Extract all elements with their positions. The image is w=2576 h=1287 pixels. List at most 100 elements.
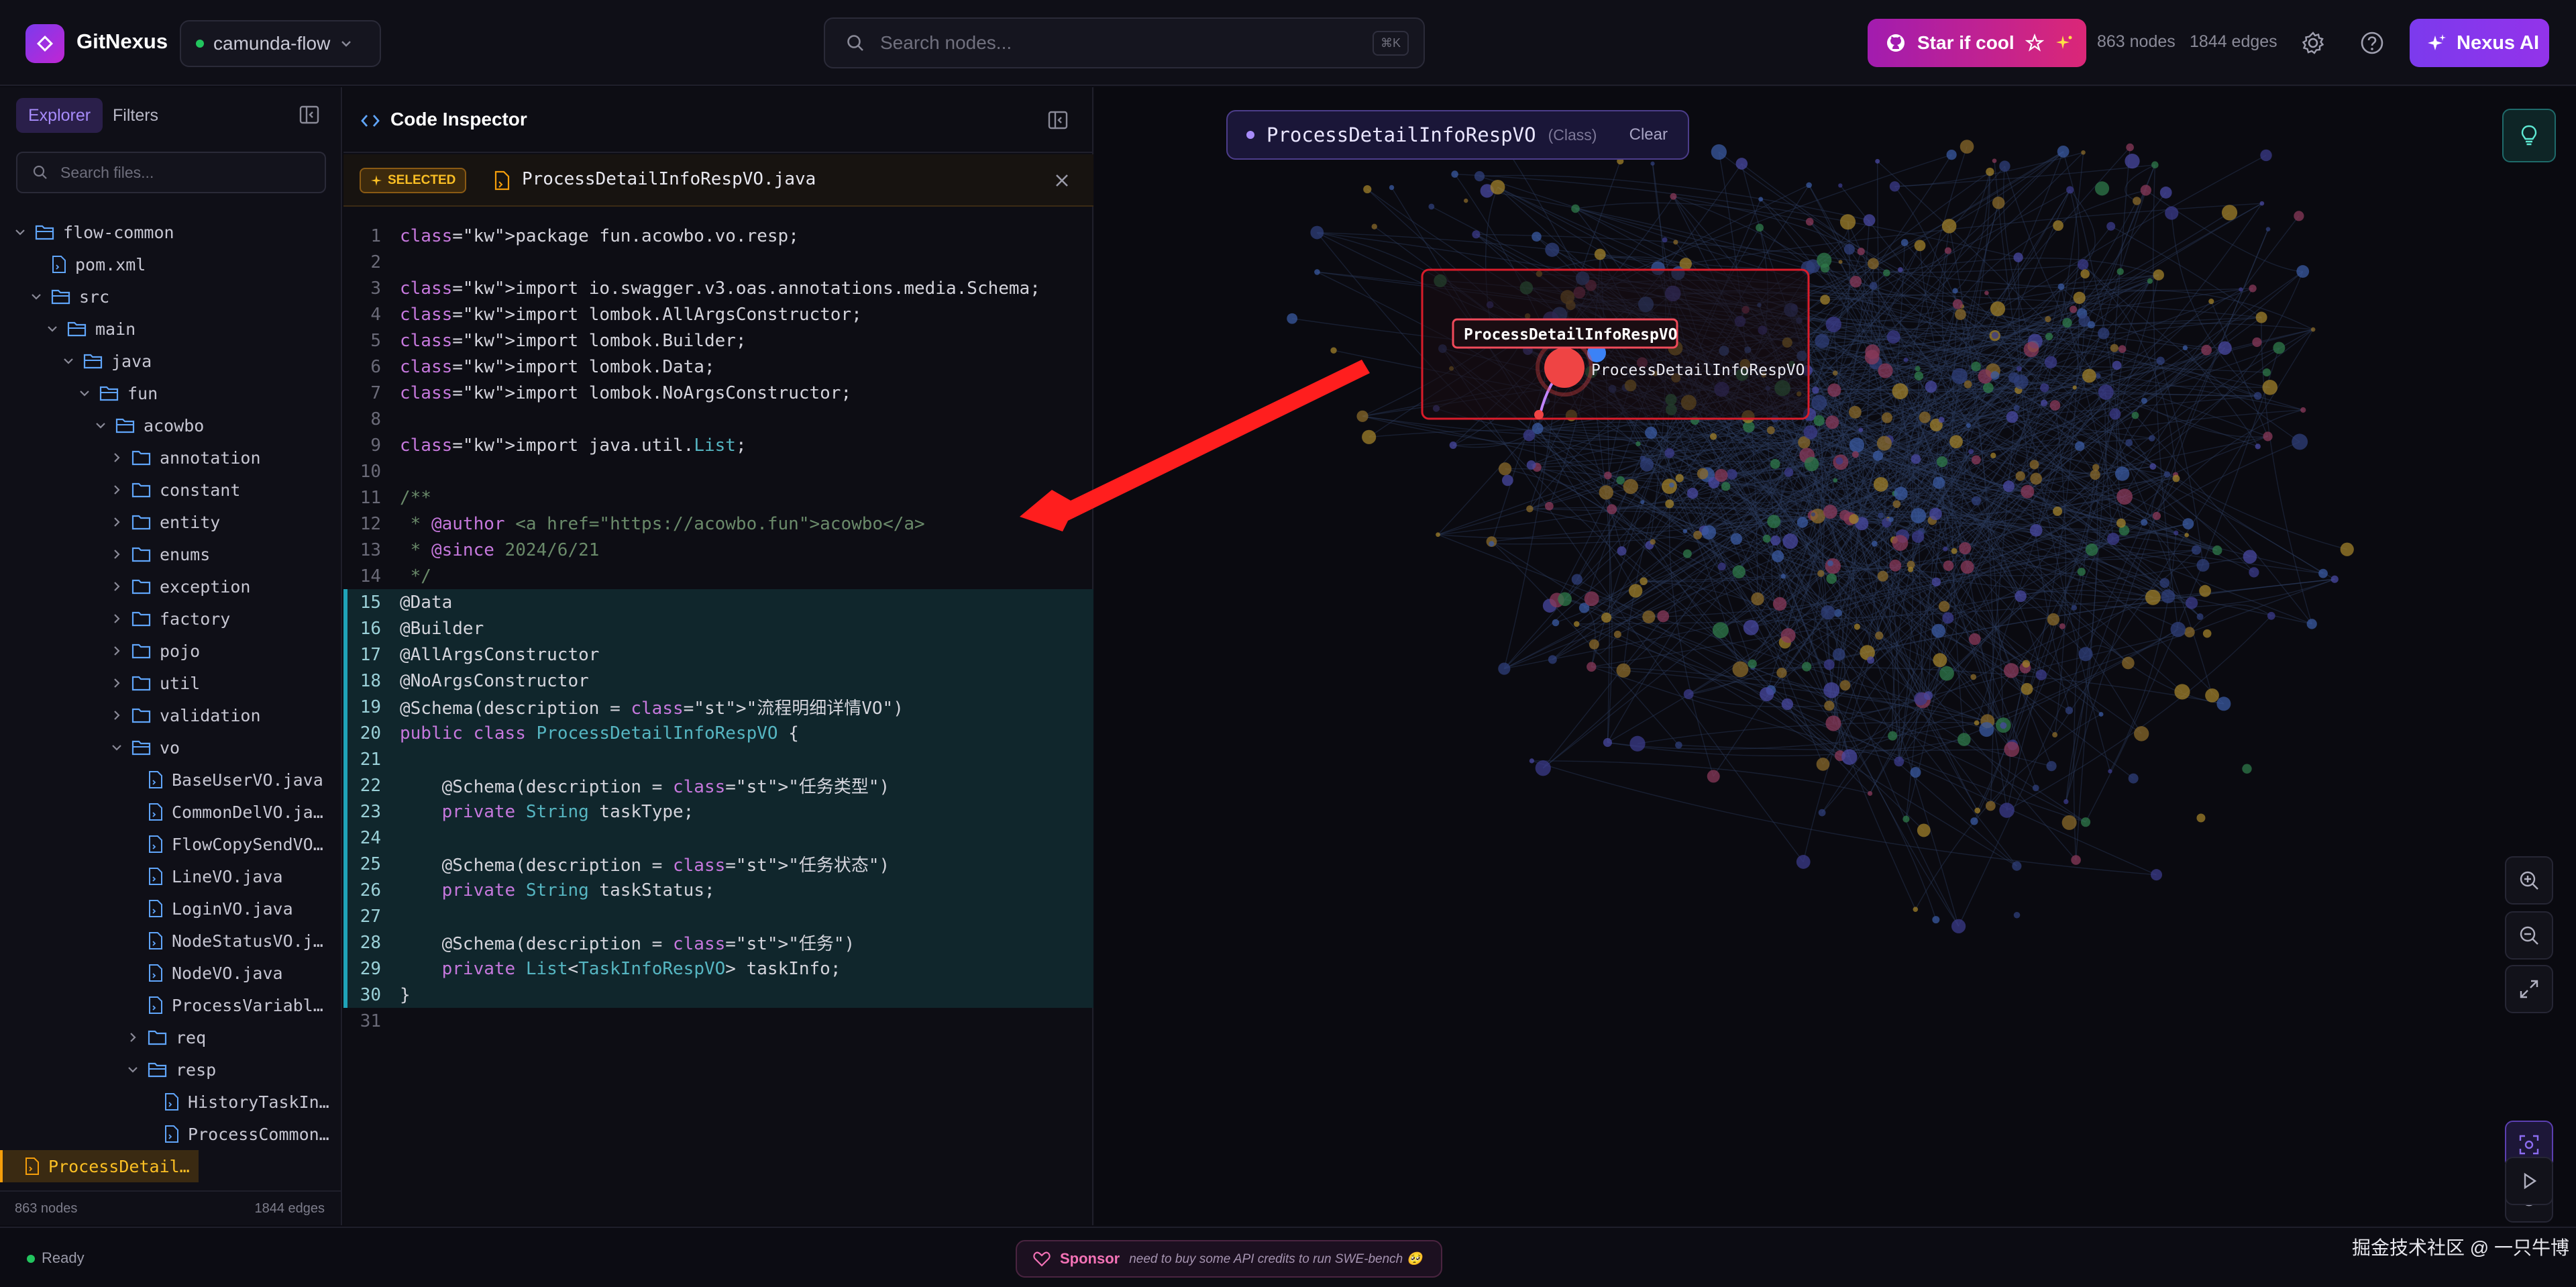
graph-node[interactable] <box>2306 619 2317 629</box>
graph-node[interactable] <box>1613 630 1621 638</box>
graph-node[interactable] <box>1834 609 1842 617</box>
code-line[interactable]: 19 @Schema(description = class="st">"流程明细… <box>343 694 1093 720</box>
graph-node[interactable] <box>1535 760 1551 776</box>
graph-node[interactable] <box>1818 809 1826 817</box>
graph-node[interactable] <box>1848 405 1862 419</box>
graph-node[interactable] <box>1999 160 2010 172</box>
graph-node[interactable] <box>1839 509 1851 521</box>
graph-node[interactable] <box>1911 508 1927 523</box>
graph-node[interactable] <box>1894 756 1904 767</box>
graph-node[interactable] <box>1552 619 1560 627</box>
tree-folder[interactable]: annotation <box>110 442 341 474</box>
graph-node[interactable] <box>1824 701 1835 711</box>
graph-node[interactable] <box>1730 533 1743 545</box>
graph-node[interactable] <box>1869 282 1878 290</box>
tree-folder[interactable]: enums <box>110 538 341 570</box>
graph-node[interactable] <box>2013 911 2021 919</box>
graph-node[interactable] <box>1919 411 1931 423</box>
code-line[interactable]: 31 <box>343 1008 1093 1034</box>
file-search-input[interactable]: Search files... <box>60 164 154 182</box>
graph-node[interactable] <box>2182 518 2194 529</box>
graph-node[interactable] <box>2149 463 2157 470</box>
graph-node[interactable] <box>1811 395 1827 411</box>
node-search[interactable]: Search nodes... ⌘K <box>824 17 1425 68</box>
graph-node[interactable] <box>2013 252 2023 262</box>
graph-node[interactable] <box>1607 504 1617 515</box>
graph-node[interactable] <box>1838 183 1843 188</box>
graph-node[interactable] <box>1673 240 1678 245</box>
graph-node[interactable] <box>1534 410 1544 419</box>
graph-node[interactable] <box>2061 815 2077 830</box>
graph-node[interactable] <box>1943 546 1948 552</box>
graph-node[interactable] <box>1843 244 1855 255</box>
graph-node[interactable] <box>2098 327 2110 340</box>
graph-node[interactable] <box>1943 560 1954 571</box>
graph-node[interactable] <box>2131 411 2139 419</box>
graph-node[interactable] <box>2182 345 2188 351</box>
tree-file[interactable]: ProcessDetail… <box>0 1150 199 1182</box>
graph-node[interactable] <box>1758 197 1764 202</box>
code-line[interactable]: 9 class="kw">import java.util.List; <box>343 432 1093 458</box>
graph-node[interactable] <box>1782 533 1799 549</box>
tree-file[interactable]: NodeStatusVO.j… <box>126 925 341 957</box>
chevron-down-icon[interactable] <box>62 354 75 368</box>
graph-node[interactable] <box>1938 601 1950 612</box>
graph-node[interactable] <box>1356 410 1368 422</box>
graph-node[interactable] <box>1931 577 1941 586</box>
code-line[interactable]: 20 public class ProcessDetailInfoRespVO { <box>343 720 1093 746</box>
tree-folder[interactable]: validation <box>110 699 341 731</box>
graph-node[interactable] <box>1629 735 1646 752</box>
tree-folder[interactable]: pojo <box>110 635 341 667</box>
graph-node[interactable] <box>2008 372 2020 383</box>
graph-node[interactable] <box>2065 707 2074 715</box>
clear-selection-button[interactable]: Clear <box>1629 125 1668 144</box>
graph-node[interactable] <box>1804 456 1819 472</box>
graph-node[interactable] <box>2045 332 2053 341</box>
graph-node[interactable] <box>2116 488 2133 505</box>
graph-node[interactable] <box>2013 405 2020 411</box>
graph-node[interactable] <box>1957 733 1971 746</box>
code-line[interactable]: 18 @NoArgsConstructor <box>343 668 1093 694</box>
graph-node[interactable] <box>2109 408 2121 420</box>
chevron-down-icon[interactable] <box>78 387 91 400</box>
graph-node[interactable] <box>1944 247 1952 254</box>
graph-node[interactable] <box>1623 478 1638 495</box>
tree-folder[interactable]: constant <box>110 474 341 506</box>
graph-node[interactable] <box>1780 573 1786 579</box>
graph-node[interactable] <box>1766 426 1775 435</box>
code-line[interactable]: 5 class="kw">import lombok.Builder; <box>343 327 1093 354</box>
tree-folder[interactable]: src <box>30 280 341 313</box>
graph-node[interactable] <box>2148 435 2155 442</box>
graph-node[interactable] <box>1969 633 1981 646</box>
graph-node[interactable] <box>1991 331 1999 339</box>
close-icon[interactable] <box>1052 170 1072 191</box>
graph-node[interactable] <box>1933 476 1945 489</box>
graph-node[interactable] <box>1670 193 1677 200</box>
graph-node[interactable] <box>1982 382 1994 393</box>
graph-node[interactable] <box>1892 535 1909 551</box>
graph-node[interactable] <box>1751 592 1764 606</box>
graph-node[interactable] <box>1970 674 1977 680</box>
graph-node[interactable] <box>2085 543 2098 556</box>
graph-node[interactable] <box>2082 368 2096 383</box>
code-line[interactable]: 28 @Schema(description = class="st">"任务"… <box>343 929 1093 956</box>
graph-node[interactable] <box>2094 181 2110 196</box>
graph-node[interactable] <box>1816 758 1830 771</box>
graph-node[interactable] <box>1971 361 1981 372</box>
star-button[interactable]: Star if cool <box>1868 19 2086 67</box>
graph-node[interactable] <box>2077 259 2089 270</box>
graph-node[interactable] <box>2196 558 2210 572</box>
code-line[interactable]: 26 private String taskStatus; <box>343 877 1093 903</box>
graph-node[interactable] <box>1389 185 1395 191</box>
graph-node[interactable] <box>1867 790 1873 796</box>
chevron-down-icon[interactable] <box>30 290 43 303</box>
code-line[interactable]: 29 private List<TaskInfoRespVO> taskInfo… <box>343 956 1093 982</box>
graph-node[interactable] <box>2196 613 2204 621</box>
graph-node[interactable] <box>1735 158 1748 170</box>
graph-node[interactable] <box>2090 469 2100 480</box>
graph-node[interactable] <box>1970 817 1978 825</box>
graph-node[interactable] <box>1959 542 1972 555</box>
graph-node[interactable] <box>2080 817 2091 827</box>
graph-node[interactable] <box>1682 529 1688 534</box>
graph-node[interactable] <box>1371 223 1377 229</box>
